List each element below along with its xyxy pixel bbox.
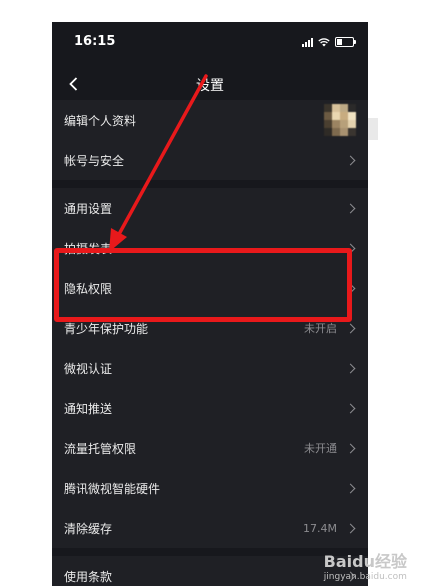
signal-icon xyxy=(302,37,313,47)
settings-row-notifications[interactable]: 通知推送 xyxy=(52,388,368,428)
chevron-right-icon xyxy=(345,203,356,213)
row-label: 通知推送 xyxy=(64,401,113,416)
row-value: 未开通 xyxy=(304,442,337,455)
row-label: 微视认证 xyxy=(64,361,113,376)
wifi-icon xyxy=(318,37,330,46)
watermark: Baidu经验 jingyan.baidu.com xyxy=(324,548,407,582)
status-icons xyxy=(302,37,356,47)
chevron-right-icon xyxy=(345,483,356,493)
settings-row-verification[interactable]: 微视认证 xyxy=(52,348,368,388)
status-time: 16:15 xyxy=(74,34,116,49)
row-label: 通用设置 xyxy=(64,201,113,216)
settings-row-smart-hardware[interactable]: 腾讯微视智能硬件 xyxy=(52,468,368,508)
highlight-box xyxy=(54,248,352,322)
page-title: 设置 xyxy=(196,78,224,94)
row-label: 使用条款 xyxy=(64,569,113,584)
chevron-right-icon xyxy=(345,403,356,413)
chevron-right-icon xyxy=(345,323,356,333)
settings-row-edit-profile[interactable]: 编辑个人资料 xyxy=(52,100,368,140)
row-label: 编辑个人资料 xyxy=(64,113,137,128)
row-value: 17.4M xyxy=(303,521,337,535)
status-bar: 16:15 xyxy=(52,22,368,62)
row-label: 腾讯微视智能硬件 xyxy=(64,481,161,496)
chevron-right-icon xyxy=(345,363,356,373)
watermark-logo: Baidu经验 xyxy=(323,552,407,571)
chevron-right-icon xyxy=(345,523,356,533)
settings-group-terms: 使用条款 xyxy=(52,556,368,586)
chevron-right-icon xyxy=(345,443,356,453)
watermark-url: jingyan.baidu.com xyxy=(323,572,407,582)
settings-row-data-hosting[interactable]: 流量托管权限 未开通 xyxy=(52,428,368,468)
row-label: 清除缓存 xyxy=(64,521,113,536)
settings-row-account-security[interactable]: 帐号与安全 xyxy=(52,140,368,180)
settings-group-general: 通用设置 拍摄发表 隐私权限 青少年保护功能 未开启 微视认证 通知推送 流量托… xyxy=(52,188,368,548)
edge-tab xyxy=(368,118,378,140)
settings-group-account: 编辑个人资料 帐号与安全 xyxy=(52,100,368,180)
battery-icon xyxy=(335,37,356,47)
row-value: 未开启 xyxy=(304,322,337,335)
row-label: 青少年保护功能 xyxy=(64,321,149,336)
row-label: 帐号与安全 xyxy=(64,153,125,168)
chevron-right-icon xyxy=(345,155,356,165)
row-label: 流量托管权限 xyxy=(64,441,137,456)
settings-row-clear-cache[interactable]: 清除缓存 17.4M xyxy=(52,508,368,548)
settings-row-general[interactable]: 通用设置 xyxy=(52,188,368,228)
avatar xyxy=(324,104,356,136)
settings-row-terms[interactable]: 使用条款 xyxy=(52,556,368,586)
